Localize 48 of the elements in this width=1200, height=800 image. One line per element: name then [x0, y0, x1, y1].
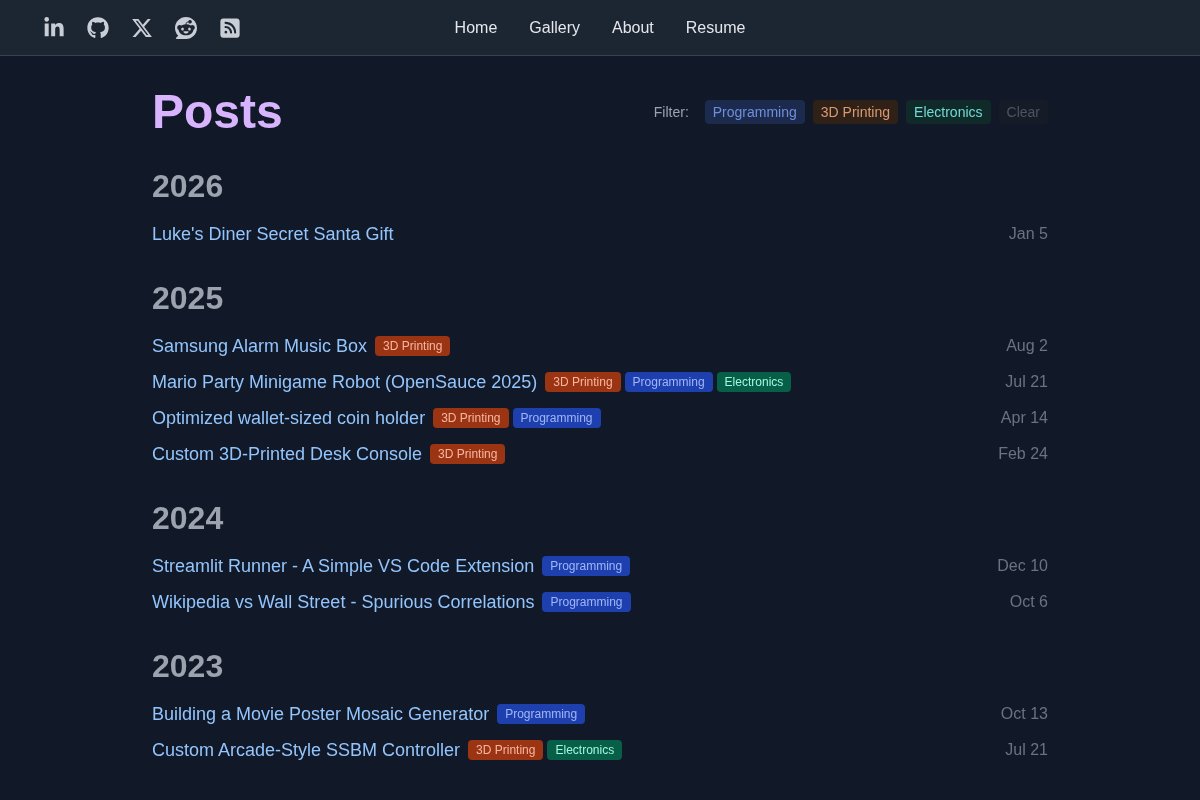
filter-label: Filter: — [653, 102, 689, 122]
filter-chip[interactable]: 3D Printing — [812, 100, 899, 124]
year-heading: 2024 — [152, 500, 224, 536]
nav-link[interactable]: Home — [454, 15, 498, 40]
post-date: Dec 10 — [997, 556, 1048, 576]
year-heading: 2023 — [152, 648, 224, 684]
post-link[interactable]: Wikipedia vs Wall Street - Spurious Correlations — [152, 588, 535, 616]
linkedin-icon — [43, 16, 65, 39]
post-tag: Electronics — [716, 372, 792, 392]
post-tag: Programming — [542, 556, 631, 576]
post-date: Oct 6 — [1009, 592, 1048, 612]
filter-chip[interactable]: Programming — [704, 100, 805, 124]
rss-icon — [219, 16, 241, 39]
post-link[interactable]: Samsung Alarm Music Box — [152, 332, 368, 360]
post-link[interactable]: Building a Movie Poster Mosaic Generator — [152, 700, 490, 728]
nav-link[interactable]: Resume — [685, 15, 746, 40]
post-tag: Electronics — [547, 740, 623, 760]
nav-link[interactable]: About — [612, 15, 654, 40]
post-link[interactable]: Streamlit Runner - A Simple VS Code Extension — [152, 552, 535, 580]
post-tag: Programming — [542, 592, 631, 612]
filter-chip[interactable]: Electronics — [906, 100, 991, 124]
post-date: Jul 21 — [1005, 372, 1048, 392]
post-link[interactable]: Mario Party Minigame Robot (OpenSauce 2025) — [152, 368, 538, 396]
post-link[interactable]: Optimized wallet-sized coin holder — [152, 404, 426, 432]
page-title: Posts — [152, 88, 283, 136]
post-date: Feb 24 — [998, 444, 1048, 464]
post-tag: Programming — [624, 372, 713, 392]
post-tag: 3D Printing — [430, 444, 506, 464]
post-date: Oct 13 — [1000, 704, 1048, 724]
post-date: Jul 21 — [1005, 740, 1048, 760]
year-heading: 2025 — [152, 280, 224, 316]
post-tag: 3D Printing — [545, 372, 621, 392]
post-tag: 3D Printing — [468, 740, 544, 760]
post-date: Apr 14 — [1000, 408, 1048, 428]
post-tag: Programming — [512, 408, 601, 428]
post-link[interactable]: Custom 3D-Printed Desk Console — [152, 440, 423, 468]
post-tag: Programming — [497, 704, 586, 724]
post-date: Jan 5 — [1008, 224, 1048, 244]
post-tag: 3D Printing — [375, 336, 451, 356]
post-date: Aug 2 — [1006, 336, 1048, 356]
x-logo-icon — [131, 16, 153, 39]
nav-link[interactable]: Gallery — [529, 15, 580, 40]
post-tag: 3D Printing — [433, 408, 509, 428]
reddit-icon — [175, 16, 197, 39]
github-icon — [87, 16, 109, 39]
year-heading: 2026 — [152, 168, 224, 204]
post-link[interactable]: Luke's Diner Secret Santa Gift — [152, 220, 394, 248]
post-link[interactable]: Custom Arcade-Style SSBM Controller — [152, 736, 461, 764]
